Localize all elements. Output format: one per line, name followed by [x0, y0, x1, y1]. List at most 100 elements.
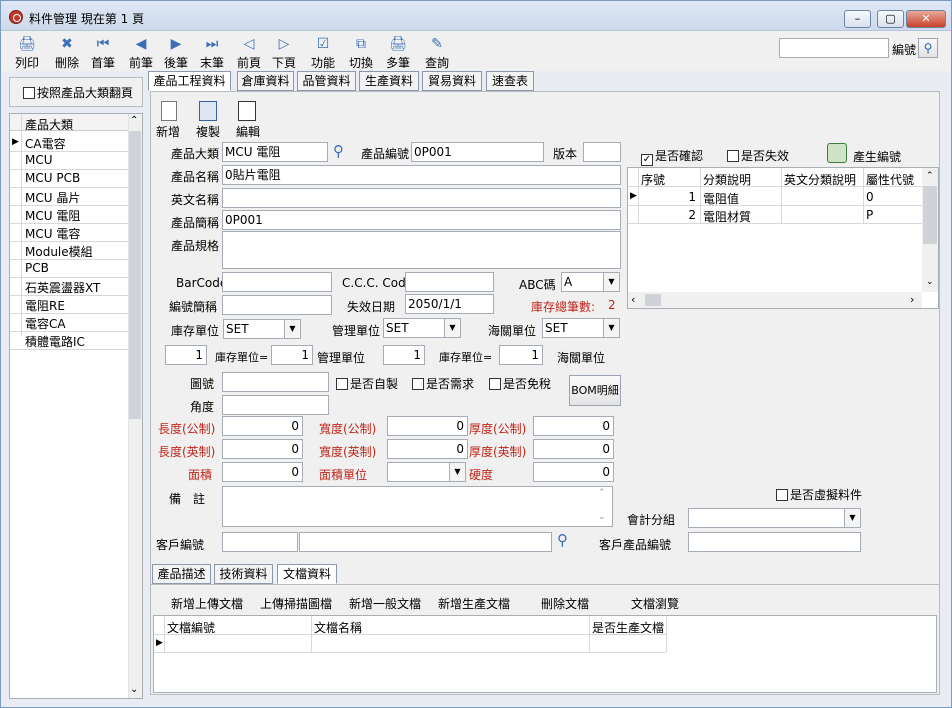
doc-action-3[interactable]: 新增生產文檔 [438, 595, 510, 612]
bottom-tab-0[interactable]: 產品描述 [152, 564, 211, 584]
toolbar-button-3[interactable]: ◀ 前筆 [123, 33, 159, 71]
grid-cell[interactable]: P [866, 208, 926, 222]
cust-code-field[interactable] [222, 532, 298, 552]
generate-code-icon[interactable] [827, 143, 847, 163]
category-list-item[interactable]: MCU PCB [25, 171, 80, 185]
expire-field[interactable]: 2050/1/1 [405, 294, 494, 314]
tab-5[interactable]: 速查表 [486, 71, 534, 91]
category-list-item[interactable]: MCU 電阻 [25, 207, 80, 224]
bottom-tab-2[interactable]: 文檔資料 [277, 564, 337, 584]
doc-action-2[interactable]: 新增一般文檔 [349, 595, 421, 612]
toolbar-button-2[interactable]: ⏮ 首筆 [85, 33, 121, 71]
category-list-item[interactable]: MCU 電容 [25, 225, 80, 242]
page-by-category-checkbox[interactable]: 按照產品大類翻頁 [23, 84, 133, 101]
attribute-grid[interactable] [627, 167, 939, 309]
toolbar-button-11[interactable]: ✎ 查詢 [419, 33, 455, 71]
grid-header-cell[interactable]: 序號 [641, 171, 701, 188]
category-list-item[interactable]: Module模組 [25, 243, 93, 260]
len-metric-field[interactable]: 0 [222, 416, 303, 436]
thk-metric-field[interactable]: 0 [533, 416, 614, 436]
acct-group-select[interactable]: ▼ [688, 508, 861, 528]
doc-action-1[interactable]: 上傳掃描圖檔 [260, 595, 332, 612]
toolbar-button-10[interactable]: 🖨 多筆 [380, 33, 416, 71]
version-field[interactable] [583, 142, 621, 162]
scroll-up-icon[interactable]: ⌃ [926, 171, 934, 181]
bom-button[interactable]: BOM明細 [569, 375, 621, 406]
search-icon[interactable]: ⚲ [918, 38, 938, 58]
tab-1[interactable]: 倉庫資料 [237, 71, 294, 91]
conv4-field[interactable]: 1 [499, 345, 543, 365]
category-list-item[interactable]: MCU 晶片 [25, 189, 80, 206]
doc-grid-header-cell[interactable]: 文檔名稱 [314, 619, 362, 636]
code-short-field[interactable] [222, 295, 332, 315]
self-made-checkbox[interactable]: 是否自製 [336, 375, 398, 392]
area-unit-select[interactable]: ▼ [387, 462, 466, 482]
grid-cell[interactable]: 1 [638, 190, 696, 204]
chevron-down-icon[interactable]: ▼ [444, 319, 460, 337]
cust-product-field[interactable] [688, 532, 861, 552]
doc-action-4[interactable]: 刪除文檔 [541, 595, 589, 612]
toolbar-button-4[interactable]: ▶ 後筆 [158, 33, 194, 71]
chevron-down-icon[interactable]: ▼ [449, 463, 465, 481]
toolbar-button-5[interactable]: ⏭ 末筆 [194, 33, 230, 71]
tab-2[interactable]: 品管資料 [297, 71, 356, 91]
category-list-item[interactable]: CA電容 [25, 135, 66, 152]
area-field[interactable]: 0 [222, 462, 303, 482]
invalid-checkbox[interactable]: 是否失效 [727, 147, 789, 164]
tab-4[interactable]: 貿易資料 [422, 71, 482, 91]
grid-header-cell[interactable]: 分類說明 [703, 171, 783, 188]
spec-field[interactable] [222, 231, 621, 269]
category-list-item[interactable]: 石英震盪器XT [25, 279, 100, 296]
grid-cell[interactable]: 電阻材質 [703, 208, 783, 225]
chevron-down-icon[interactable]: ▼ [603, 273, 619, 291]
scroll-left-icon[interactable]: ‹ [631, 293, 635, 306]
new-button[interactable]: 新增 [156, 123, 180, 140]
category-field[interactable]: MCU 電阻 [222, 142, 328, 162]
generate-code-button[interactable]: 產生編號 [853, 148, 901, 165]
copy-button[interactable]: 複製 [196, 123, 220, 140]
customer-search-icon[interactable]: ⚲ [557, 531, 568, 549]
short-name-field[interactable]: 0P001 [222, 210, 621, 230]
document-grid[interactable] [153, 615, 937, 693]
chevron-down-icon[interactable]: ▼ [603, 319, 619, 337]
virtual-item-checkbox[interactable]: 是否虛擬料件 [776, 486, 862, 503]
cust-name-field[interactable] [299, 532, 552, 552]
conv3-field[interactable]: 1 [383, 345, 425, 365]
scroll-down-icon[interactable]: ⌄ [926, 277, 934, 287]
angle-field[interactable] [222, 395, 329, 415]
category-list-item[interactable]: PCB [25, 261, 49, 275]
search-input[interactable] [779, 38, 889, 58]
category-list-item[interactable]: MCU [25, 153, 53, 167]
grid-header-cell[interactable]: 英文分類說明 [784, 171, 866, 188]
tax-free-checkbox[interactable]: 是否免稅 [489, 375, 551, 392]
grid-cell[interactable]: 電阻值 [703, 190, 783, 207]
code-field[interactable]: 0P001 [411, 142, 544, 162]
conv2-field[interactable]: 1 [271, 345, 313, 365]
copy-icon[interactable] [199, 101, 217, 121]
edit-button[interactable]: 編輯 [236, 123, 260, 140]
stock-unit-select[interactable]: SET ▼ [223, 319, 301, 339]
drawing-field[interactable] [222, 372, 329, 392]
conv1-field[interactable]: 1 [165, 345, 207, 365]
abc-select[interactable]: A ▼ [561, 272, 620, 292]
category-list-item[interactable]: 積體電路IC [25, 333, 85, 350]
grid-cell[interactable]: 2 [638, 208, 696, 222]
scrollbar-thumb[interactable] [129, 131, 141, 419]
en-name-field[interactable] [222, 188, 621, 208]
doc-grid-header-cell[interactable]: 文檔編號 [167, 619, 215, 636]
tab-0[interactable]: 產品工程資料 [148, 71, 231, 91]
close-button[interactable]: ✕ [906, 10, 946, 28]
confirmed-checkbox[interactable]: ✓ 是否確認 [641, 147, 703, 166]
toolbar-button-7[interactable]: ▷ 下頁 [266, 33, 302, 71]
grid-cell[interactable]: 0 [866, 190, 926, 204]
toolbar-button-8[interactable]: ☑ 功能 [305, 33, 341, 71]
chevron-down-icon[interactable]: ▼ [844, 509, 860, 527]
len-imperial-field[interactable]: 0 [222, 439, 303, 459]
attribute-horizontal-scrollbar[interactable] [628, 292, 922, 308]
new-doc-icon[interactable] [161, 101, 177, 121]
hardness-field[interactable]: 0 [533, 462, 614, 482]
ccc-field[interactable] [405, 272, 494, 292]
grid-header-cell[interactable]: 屬性代號 [866, 171, 926, 188]
toolbar-button-1[interactable]: ✖ 刪除 [49, 33, 85, 71]
scroll-right-icon[interactable]: › [910, 293, 914, 306]
